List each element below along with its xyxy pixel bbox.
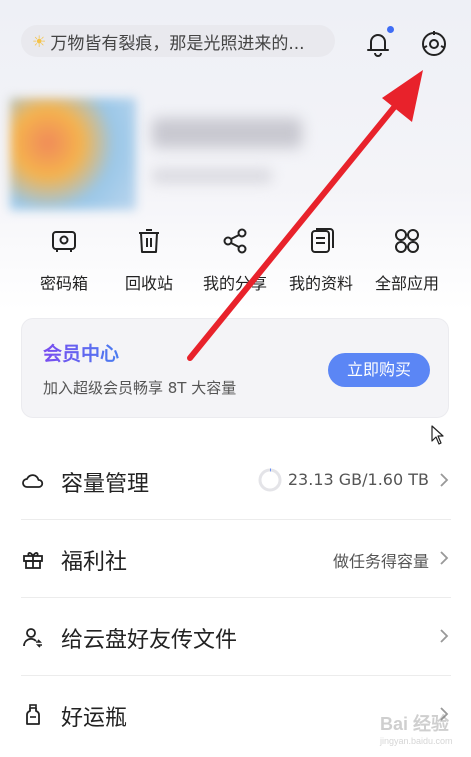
- user-transfer-icon: [23, 628, 42, 648]
- daily-quote-bar[interactable]: ☀ 万物皆有裂痕，那是光照进来的...: [21, 25, 335, 57]
- quick-action-docs[interactable]: 我的资料: [276, 226, 366, 294]
- quick-action-safe[interactable]: 密码箱: [19, 226, 109, 294]
- buy-now-button[interactable]: 立即购买: [328, 353, 430, 387]
- list-item-title: 好运瓶: [61, 706, 128, 731]
- list-item-title: 给云盘好友传文件: [61, 628, 238, 653]
- storage-usage-text: 23.13 GB/1.60 TB: [287, 470, 429, 489]
- watermark-text: Bai 经验: [380, 714, 450, 734]
- chevron-right-icon: [440, 551, 449, 565]
- safe-icon: [52, 231, 76, 252]
- vip-center-card[interactable]: 会员中心 加入超级会员畅享 8T 大容量 立即购买: [21, 318, 449, 418]
- list-item-title: 福利社: [61, 550, 128, 575]
- vip-title: 会员中心: [43, 339, 119, 366]
- sun-icon: ☀: [32, 31, 47, 51]
- avatar[interactable]: [10, 98, 136, 210]
- quick-action-share[interactable]: 我的分享: [190, 226, 280, 294]
- username-blurred: [152, 118, 302, 148]
- cloud-icon: [22, 474, 44, 488]
- list-item-send-to-friends[interactable]: 给云盘好友传文件: [21, 598, 451, 676]
- watermark-subtext: jingyan.baidu.com: [380, 736, 453, 746]
- settings-icon: [422, 31, 446, 56]
- quick-action-label: 全部应用: [374, 274, 439, 293]
- quick-action-all-apps[interactable]: 全部应用: [362, 226, 452, 294]
- list-item-welfare[interactable]: 福利社 做任务得容量: [21, 520, 451, 598]
- notification-dot: [387, 26, 394, 33]
- bottle-icon: [26, 704, 40, 725]
- quick-action-label: 回收站: [124, 274, 173, 293]
- storage-progress-ring: [258, 468, 282, 492]
- quick-actions-row: 密码箱 回收站 我的分享 我的资料 全部应用: [0, 226, 471, 306]
- mouse-cursor-icon: [431, 425, 444, 445]
- trash-icon: [139, 229, 159, 253]
- quick-action-recycle[interactable]: 回收站: [104, 226, 194, 294]
- user-info-blurred: [152, 168, 272, 184]
- gift-icon: [23, 552, 43, 569]
- share-icon: [223, 228, 247, 254]
- notification-button[interactable]: [362, 26, 394, 60]
- chevron-right-icon: [440, 473, 449, 487]
- list-item-title: 容量管理: [61, 472, 150, 497]
- apps-grid-icon: [395, 229, 419, 253]
- quick-action-label: 我的资料: [288, 274, 353, 293]
- daily-quote-text: 万物皆有裂痕，那是光照进来的...: [50, 33, 305, 54]
- vip-subtitle: 加入超级会员畅享 8T 大容量: [43, 379, 237, 397]
- list-item-storage[interactable]: 容量管理 23.13 GB/1.60 TB: [21, 442, 451, 520]
- list-item-hint: 做任务得容量: [332, 552, 429, 571]
- settings-button[interactable]: [418, 28, 450, 60]
- quick-action-label: 我的分享: [202, 274, 267, 293]
- baidu-watermark: Bai 经验 jingyan.baidu.com: [380, 700, 470, 755]
- quick-action-label: 密码箱: [39, 274, 88, 293]
- document-icon: [311, 228, 334, 253]
- chevron-right-icon: [440, 629, 449, 643]
